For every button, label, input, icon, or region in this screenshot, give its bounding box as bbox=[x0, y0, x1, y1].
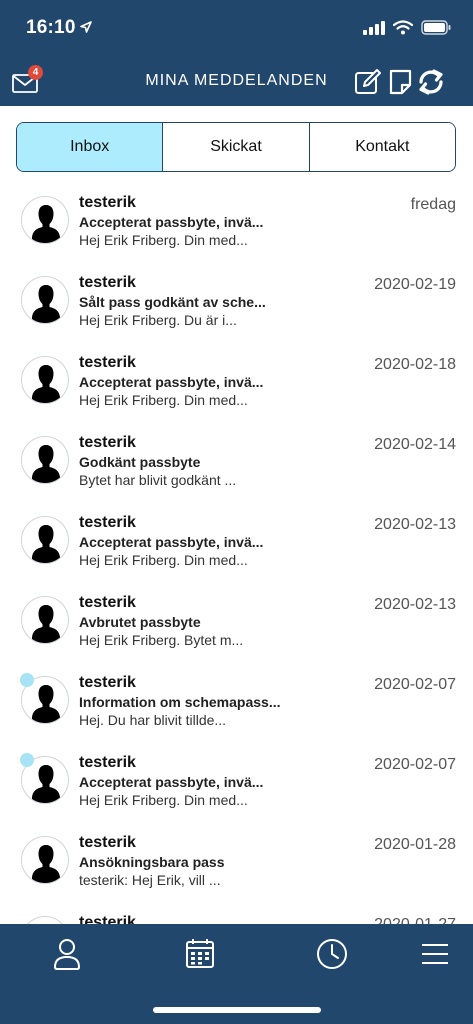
avatar bbox=[21, 276, 69, 324]
person-silhouette-icon bbox=[32, 285, 60, 323]
app-header: 4 MINA MEDDELANDEN bbox=[0, 56, 473, 106]
message-row[interactable]: testerik Accepterat passbyte, invä... Hej … bbox=[0, 178, 473, 258]
message-sender: testerik bbox=[79, 754, 136, 771]
message-date: 2020-02-07 bbox=[374, 676, 456, 693]
avatar bbox=[21, 916, 69, 924]
message-row[interactable]: testerik Information om schemapass... Hej.… bbox=[0, 658, 473, 738]
message-subject: Information om schemapass... bbox=[79, 694, 281, 710]
person-silhouette-icon bbox=[32, 445, 60, 483]
person-silhouette-icon bbox=[32, 525, 60, 563]
message-date: 2020-02-13 bbox=[374, 516, 456, 533]
message-preview: Hej Erik Friberg. Du är i... bbox=[79, 312, 237, 328]
person-silhouette-icon bbox=[32, 845, 60, 883]
message-row[interactable]: testerik 2020-01-27 bbox=[0, 898, 473, 924]
message-date: 2020-02-14 bbox=[374, 436, 456, 453]
message-row[interactable]: testerik Accepterat passbyte, invä... Hej … bbox=[0, 338, 473, 418]
message-preview: Hej. Du har blivit tillde... bbox=[79, 712, 227, 728]
status-indicators bbox=[363, 20, 451, 35]
note-icon[interactable] bbox=[387, 68, 415, 96]
message-date: 2020-02-13 bbox=[374, 596, 456, 613]
person-silhouette-icon bbox=[22, 917, 69, 924]
home-indicator bbox=[153, 1007, 321, 1013]
avatar bbox=[21, 196, 69, 244]
unread-dot bbox=[20, 673, 34, 687]
message-row[interactable]: testerik Godkänt passbyte Bytet har blivit… bbox=[0, 418, 473, 498]
message-subject: Accepterat passbyte, invä... bbox=[79, 214, 264, 230]
compose-icon[interactable] bbox=[354, 68, 382, 96]
message-preview: Hej Erik Friberg. Bytet m... bbox=[79, 632, 244, 648]
message-preview: Hej Erik Friberg. Din med... bbox=[79, 552, 248, 568]
person-silhouette-icon bbox=[32, 205, 60, 243]
message-sender: testerik bbox=[79, 834, 136, 851]
tab-kontakt[interactable]: Kontakt bbox=[308, 123, 455, 171]
message-preview: testerik: Hej Erik, vill ... bbox=[79, 872, 221, 888]
message-preview: Bytet har blivit godkänt ... bbox=[79, 472, 237, 488]
message-list: testerik Accepterat passbyte, invä... Hej … bbox=[0, 178, 473, 924]
tab-inbox[interactable]: Inbox bbox=[17, 123, 163, 171]
refresh-icon[interactable] bbox=[417, 68, 445, 96]
segmented-tabs: Inbox Skickat Kontakt bbox=[16, 122, 456, 172]
message-sender: testerik bbox=[79, 434, 136, 451]
message-sender: testerik bbox=[79, 674, 136, 691]
status-time: 16:10 bbox=[26, 17, 76, 38]
calendar-icon[interactable] bbox=[180, 934, 220, 974]
message-date: fredag bbox=[410, 196, 456, 213]
avatar bbox=[21, 436, 69, 484]
message-subject: Godkänt passbyte bbox=[79, 454, 201, 470]
message-preview: Hej Erik Friberg. Din med... bbox=[79, 392, 248, 408]
message-sender: testerik bbox=[79, 594, 136, 611]
battery-icon bbox=[421, 20, 451, 35]
message-subject: Accepterat passbyte, invä... bbox=[79, 374, 264, 390]
menu-icon[interactable] bbox=[415, 934, 455, 974]
wifi-icon bbox=[393, 20, 413, 35]
message-preview: Hej Erik Friberg. Din med... bbox=[79, 232, 248, 248]
message-preview: Hej Erik Friberg. Din med... bbox=[79, 792, 248, 808]
message-subject: Accepterat passbyte, invä... bbox=[79, 774, 264, 790]
message-row[interactable]: testerik Sålt pass godkänt av sche... Hej … bbox=[0, 258, 473, 338]
message-row[interactable]: testerik Avbrutet passbyte Hej Erik Friber… bbox=[0, 578, 473, 658]
avatar bbox=[21, 596, 69, 644]
message-sender: testerik bbox=[79, 194, 136, 211]
message-row[interactable]: testerik Accepterat passbyte, invä... Hej … bbox=[0, 498, 473, 578]
message-sender: testerik bbox=[79, 354, 136, 371]
message-date: 2020-01-27 bbox=[374, 916, 456, 924]
clock-icon[interactable] bbox=[312, 934, 352, 974]
message-date: 2020-02-07 bbox=[374, 756, 456, 773]
signal-icon bbox=[363, 20, 385, 35]
message-date: 2020-02-18 bbox=[374, 356, 456, 373]
message-row[interactable]: testerik Ansökningsbara pass testerik: Hej… bbox=[0, 818, 473, 898]
message-subject: Ansökningsbara pass bbox=[79, 854, 225, 870]
profile-icon[interactable] bbox=[47, 934, 87, 974]
unread-dot bbox=[20, 753, 34, 767]
avatar bbox=[21, 356, 69, 404]
person-silhouette-icon bbox=[32, 365, 60, 403]
message-sender: testerik bbox=[79, 274, 136, 291]
message-subject: Avbrutet passbyte bbox=[79, 614, 201, 630]
message-subject: Accepterat passbyte, invä... bbox=[79, 534, 264, 550]
message-row[interactable]: testerik Accepterat passbyte, invä... Hej … bbox=[0, 738, 473, 818]
message-date: 2020-02-19 bbox=[374, 276, 456, 293]
location-arrow-icon bbox=[80, 21, 92, 33]
message-sender: testerik bbox=[79, 514, 136, 531]
avatar bbox=[21, 836, 69, 884]
status-bar: 16:10 bbox=[0, 0, 473, 56]
tab-skickat[interactable]: Skickat bbox=[162, 123, 309, 171]
message-subject: Sålt pass godkänt av sche... bbox=[79, 294, 266, 310]
message-date: 2020-01-28 bbox=[374, 836, 456, 853]
person-silhouette-icon bbox=[32, 605, 60, 643]
avatar bbox=[21, 516, 69, 564]
message-sender: testerik bbox=[79, 914, 136, 924]
